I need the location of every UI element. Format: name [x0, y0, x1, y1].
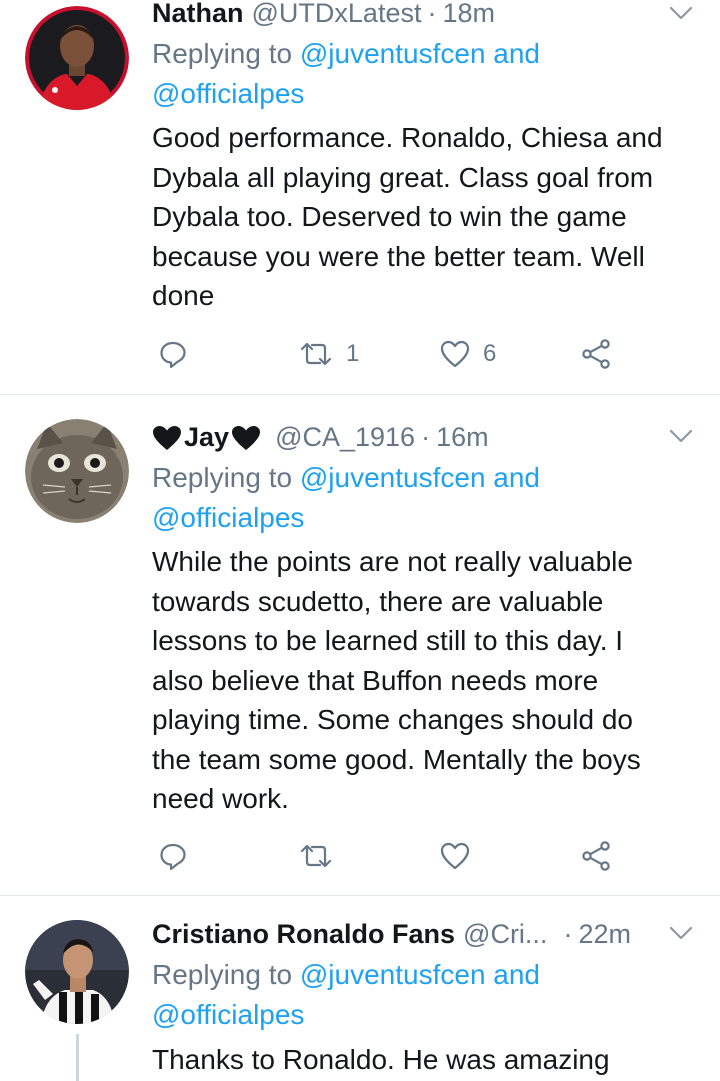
- avatar[interactable]: [25, 920, 129, 1024]
- reply-icon: [160, 843, 186, 871]
- reply-icon: [160, 341, 186, 369]
- user-handle[interactable]: @Cri...: [463, 918, 547, 950]
- text-line: Dybala too. Deserved to win the game: [152, 201, 627, 232]
- tweet-header: Jay @CA_1916 · 16m: [152, 421, 660, 455]
- black-heart-icon: [153, 426, 181, 450]
- cat-avatar-icon: [25, 419, 129, 523]
- retweet-button[interactable]: 1: [298, 337, 359, 371]
- retweet-icon: [300, 342, 332, 366]
- black-heart-icon: [232, 426, 261, 450]
- mention-link[interactable]: @officialpes: [152, 502, 304, 533]
- tweet-header: Nathan @UTDxLatest · 18m: [152, 0, 660, 31]
- text-line: done: [152, 280, 215, 311]
- replying-to: Replying to @juventusfcen and @officialp…: [152, 955, 692, 1035]
- tweet-2[interactable]: Jay @CA_1916 · 16m Replying to @juventus…: [0, 395, 720, 895]
- chevron-down-icon[interactable]: [668, 0, 694, 26]
- tweet-text: Thanks to Ronaldo. He was amazing: [152, 1040, 700, 1080]
- display-name[interactable]: Cristiano Ronaldo Fans: [152, 918, 455, 950]
- display-name[interactable]: Jay: [184, 421, 229, 453]
- like-button[interactable]: 6: [439, 337, 496, 371]
- player-red-kit-avatar-icon: [25, 6, 129, 110]
- timestamp[interactable]: 18m: [442, 0, 495, 29]
- tweet-3[interactable]: Cristiano Ronaldo Fans @Cri... · 22m Rep…: [0, 896, 720, 1081]
- replying-to: Replying to @juventusfcen and @officialp…: [152, 34, 692, 114]
- text-line: Thanks to Ronaldo. He was amazing: [152, 1044, 610, 1075]
- heart-icon: [440, 340, 470, 368]
- share-button[interactable]: [580, 839, 612, 873]
- timestamp[interactable]: 16m: [436, 421, 489, 453]
- timestamp[interactable]: 22m: [578, 918, 631, 950]
- thread-line: [76, 1034, 79, 1081]
- avatar[interactable]: [25, 419, 129, 523]
- user-handle[interactable]: @UTDxLatest: [252, 0, 422, 29]
- mention-link[interactable]: @juventusfcen and: [300, 38, 540, 69]
- display-name[interactable]: Nathan: [152, 0, 244, 29]
- text-line: towards scudetto, there are valuable: [152, 585, 604, 617]
- mention-link[interactable]: @juventusfcen and: [300, 462, 540, 493]
- ronaldo-juventus-avatar-icon: [25, 920, 129, 1024]
- heart-icon: [440, 842, 470, 870]
- text-line: While the points are not really valuable: [152, 546, 633, 577]
- retweet-icon: [300, 844, 332, 868]
- mention-link[interactable]: @officialpes: [152, 999, 304, 1030]
- action-bar: 1 6: [152, 337, 622, 371]
- tweet-header: Cristiano Ronaldo Fans @Cri... · 22m: [152, 918, 660, 952]
- chevron-down-icon[interactable]: [668, 423, 694, 449]
- like-count: 6: [483, 340, 497, 367]
- tweet-text: While the points are not really valuable…: [152, 542, 700, 819]
- mention-link[interactable]: @juventusfcen and: [300, 959, 540, 990]
- text-line: lessons to be learned still to this day.…: [152, 625, 624, 656]
- tweet-text: Good performance. Ronaldo, Chiesa and Dy…: [152, 118, 700, 316]
- reply-button[interactable]: [158, 337, 188, 371]
- text-line: Dybala all playing great. Class goal fro…: [152, 161, 654, 193]
- retweet-count: 1: [346, 340, 360, 367]
- replying-prefix: Replying to: [152, 959, 300, 990]
- share-icon: [582, 841, 610, 871]
- separator: ·: [563, 919, 573, 949]
- like-button[interactable]: [439, 839, 483, 873]
- text-line: also believe that Buffon needs more: [152, 664, 599, 696]
- user-handle[interactable]: @CA_1916: [275, 421, 415, 453]
- text-line: because you were the better team. Well: [152, 240, 645, 272]
- text-line: playing time. Some changes should do: [152, 704, 633, 735]
- text-line: Good performance. Ronaldo, Chiesa and: [152, 122, 663, 153]
- tweet-1[interactable]: Nathan @UTDxLatest · 18m Replying to @ju…: [0, 0, 720, 394]
- retweet-button[interactable]: [298, 839, 346, 873]
- reply-feed: Nathan @UTDxLatest · 18m Replying to @ju…: [0, 0, 720, 1081]
- separator: ·: [421, 422, 431, 452]
- avatar[interactable]: [25, 6, 129, 110]
- chevron-down-icon[interactable]: [668, 920, 694, 946]
- separator: ·: [427, 0, 437, 28]
- replying-prefix: Replying to: [152, 462, 300, 493]
- share-button[interactable]: [580, 337, 612, 371]
- action-bar: [152, 839, 622, 873]
- text-line: need work.: [152, 783, 289, 814]
- text-line: the team some good. Mentally the boys: [152, 743, 641, 775]
- mention-link[interactable]: @officialpes: [152, 78, 304, 109]
- replying-prefix: Replying to: [152, 38, 300, 69]
- share-icon: [582, 339, 610, 369]
- reply-button[interactable]: [158, 839, 188, 873]
- replying-to: Replying to @juventusfcen and @officialp…: [152, 458, 692, 538]
